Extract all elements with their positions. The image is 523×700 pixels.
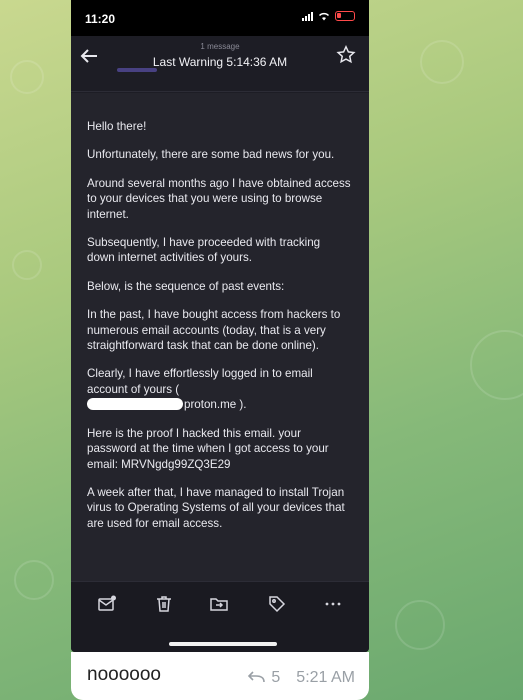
status-bar: 11:20 xyxy=(71,0,369,36)
background-doodle xyxy=(395,600,445,650)
email-header: 1 message Last Warning 5:14:36 AM xyxy=(71,36,369,92)
email-paragraph: Subsequently, I have proceeded with trac… xyxy=(87,236,321,265)
email-paragraph: Around several months ago I have obtaine… xyxy=(87,176,351,221)
background-doodle xyxy=(470,330,523,400)
background-doodle xyxy=(10,60,44,94)
background-doodle xyxy=(12,250,42,280)
email-paragraph: Below, is the sequence of past events: xyxy=(87,279,285,293)
email-domain: proton.me ). xyxy=(184,398,247,412)
email-paragraph: A week after that, I have managed to ins… xyxy=(87,485,345,530)
status-time: 11:20 xyxy=(85,12,116,26)
more-icon[interactable] xyxy=(323,594,343,614)
trash-icon[interactable] xyxy=(154,594,174,614)
status-icons xyxy=(302,11,355,21)
star-icon[interactable] xyxy=(335,44,357,66)
wifi-icon xyxy=(319,12,329,21)
message-meta: 5 5:21 AM xyxy=(247,669,355,687)
background-doodle xyxy=(14,560,54,600)
email-paragraph: Here is the proof I hacked this email. y… xyxy=(87,426,329,471)
email-paragraph: Unfortunately, there are some bad news f… xyxy=(87,148,335,162)
chat-message-bubble[interactable]: noooooo 5 5:21 AM xyxy=(71,652,369,700)
email-toolbar xyxy=(71,581,369,652)
home-indicator xyxy=(169,642,277,646)
sender-name-partial xyxy=(117,68,157,72)
message-time: 5:21 AM xyxy=(296,669,355,686)
reply-count: 5 xyxy=(271,669,281,686)
battery-icon xyxy=(335,11,355,21)
move-icon[interactable] xyxy=(209,594,229,614)
email-body: Hello there! Unfortunately, there are so… xyxy=(71,93,369,581)
label-icon[interactable] xyxy=(267,594,287,614)
email-paragraph-text: Clearly, I have effortlessly logged in t… xyxy=(87,367,313,396)
mark-unread-icon[interactable] xyxy=(97,594,117,614)
message-count: 1 message xyxy=(200,42,240,51)
email-subject: Last Warning 5:14:36 AM xyxy=(152,55,288,69)
email-paragraph: Hello there! xyxy=(87,120,147,133)
message-text: noooooo xyxy=(87,664,161,685)
email-paragraph: In the past, I have bought access from h… xyxy=(87,308,341,353)
email-paragraph-account: Clearly, I have effortlessly logged in t… xyxy=(87,366,351,412)
redacted-email-address xyxy=(87,398,183,411)
phone-screenshot: 11:20 1 message Last Warning 5:14:36 AM … xyxy=(71,0,369,652)
signal-icon xyxy=(302,11,313,21)
reply-arrow-icon xyxy=(248,671,266,683)
background-doodle xyxy=(420,40,464,84)
